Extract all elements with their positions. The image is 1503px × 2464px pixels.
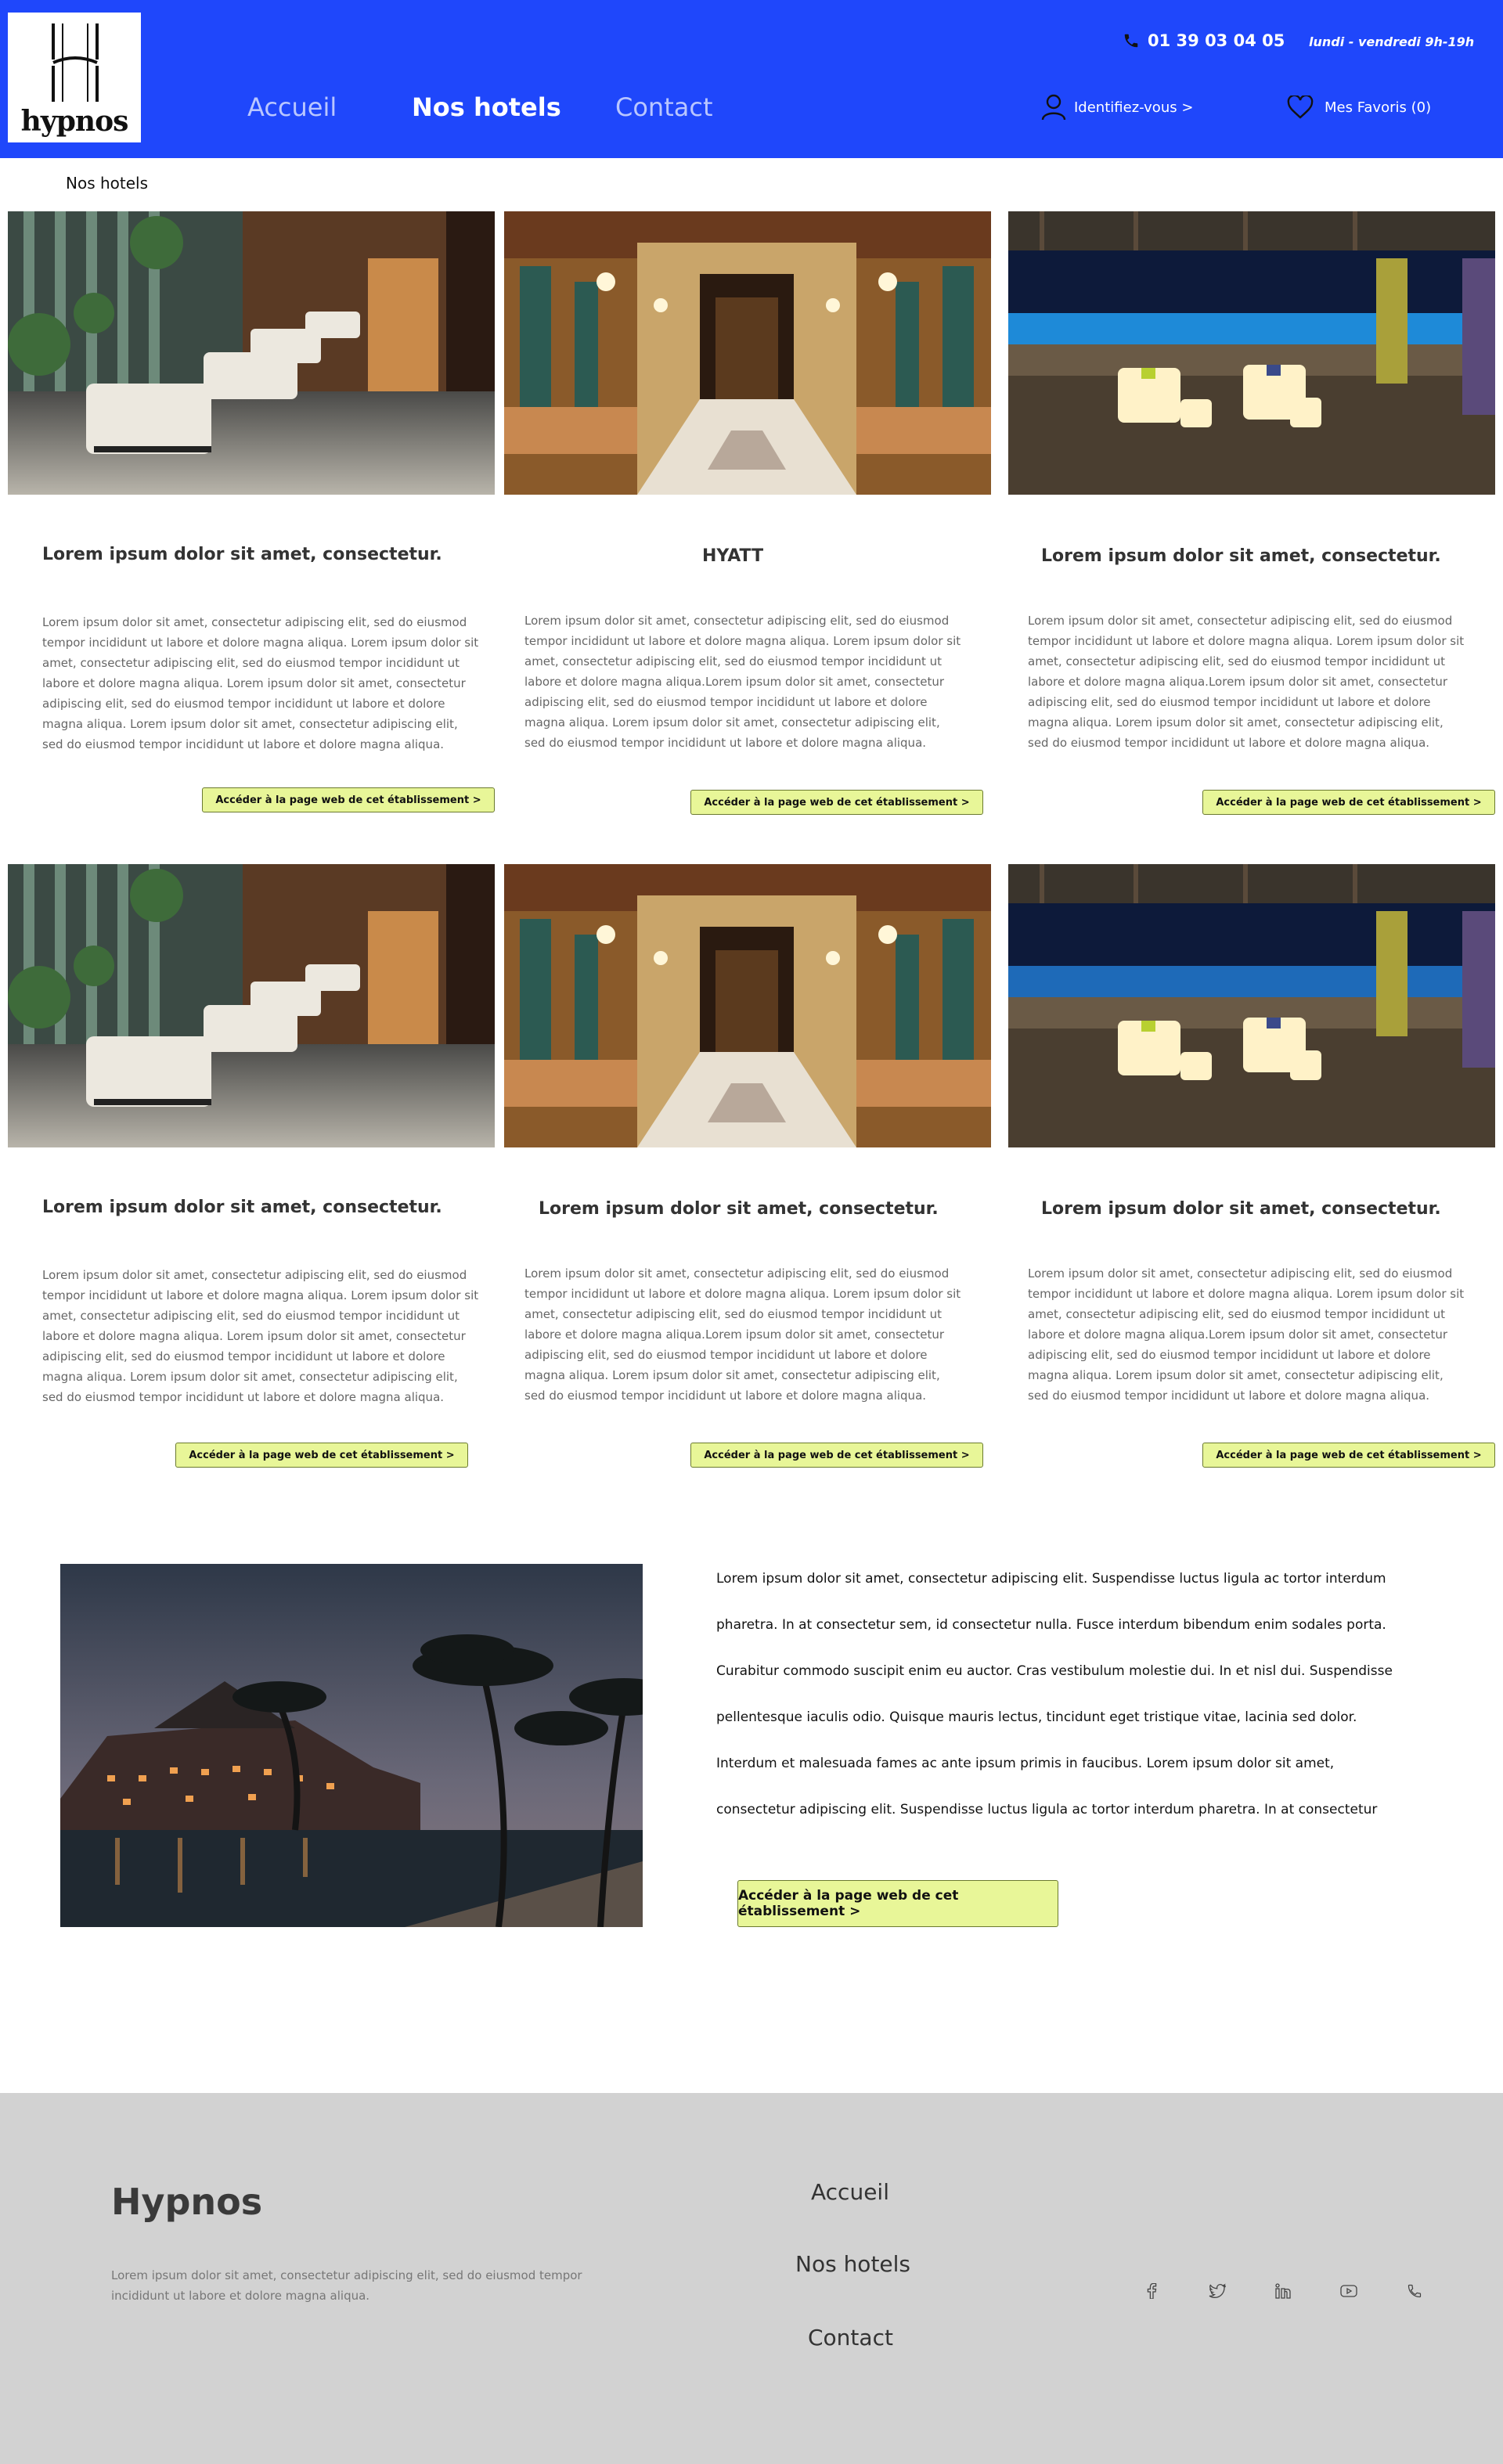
- card-3-visit-button[interactable]: Accéder à la page web de cet établisseme…: [1202, 790, 1495, 815]
- card-6-visit-button[interactable]: Accéder à la page web de cet établisseme…: [1202, 1443, 1495, 1468]
- opening-hours: lundi - vendredi 9h-19h: [1309, 34, 1475, 49]
- logo[interactable]: hypnos: [8, 13, 141, 142]
- logo-text: hypnos: [20, 105, 129, 138]
- phone-number: 01 39 03 04 05: [1148, 31, 1285, 50]
- favorites-link[interactable]: Mes Favoris (0): [1287, 95, 1431, 119]
- card-1-visit-button[interactable]: Accéder à la page web de cet établisseme…: [202, 787, 495, 812]
- hotel-photo-pool-lounge[interactable]: [1008, 864, 1495, 1147]
- breadcrumb: Nos hotels: [66, 174, 149, 193]
- card-6-title: Lorem ipsum dolor sit amet, consectetur.: [1041, 1199, 1441, 1219]
- card-4-description: Lorem ipsum dolor sit amet, consectetur …: [42, 1268, 479, 1404]
- site-footer: Hypnos Lorem ipsum dolor sit amet, conse…: [0, 2093, 1503, 2464]
- hotel-photo-hallway[interactable]: [504, 211, 991, 495]
- card-5-title: Lorem ipsum dolor sit amet, consectetur.: [539, 1199, 939, 1219]
- footer-link-contact[interactable]: Contact: [808, 2325, 893, 2351]
- hotel-photo-lobby[interactable]: [8, 211, 495, 495]
- card-5-description: Lorem ipsum dolor sit amet, consectetur …: [524, 1266, 961, 1403]
- card-1-title: Lorem ipsum dolor sit amet, consectetur.: [42, 545, 442, 564]
- card-2-title: HYATT: [702, 546, 764, 566]
- youtube-icon[interactable]: [1335, 2278, 1362, 2304]
- social-links: [1138, 2278, 1428, 2304]
- card-2-visit-button[interactable]: Accéder à la page web de cet établisseme…: [690, 790, 983, 815]
- phone-icon[interactable]: [1401, 2278, 1428, 2304]
- footer-link-home[interactable]: Accueil: [811, 2179, 889, 2205]
- hotel-photo-hallway[interactable]: [504, 864, 991, 1147]
- featured-description: Lorem ipsum dolor sit amet, consectetur …: [716, 1571, 1393, 1817]
- card-4-title: Lorem ipsum dolor sit amet, consectetur.: [42, 1198, 442, 1217]
- phone-contact[interactable]: 01 39 03 04 05: [1123, 31, 1285, 50]
- user-icon: [1041, 94, 1066, 121]
- linkedin-icon[interactable]: [1270, 2278, 1296, 2304]
- favorites-label: Mes Favoris (0): [1325, 99, 1432, 116]
- footer-description: Lorem ipsum dolor sit amet, consectetur …: [111, 2268, 582, 2303]
- nav-home[interactable]: Accueil: [247, 92, 337, 122]
- hotel-photo-lobby[interactable]: [8, 864, 495, 1147]
- featured-visit-button[interactable]: Accéder à la page web de cet établisseme…: [737, 1880, 1058, 1927]
- site-header: hypnos Accueil Nos hotels Contact 01 39 …: [0, 0, 1503, 158]
- card-1-description: Lorem ipsum dolor sit amet, consectetur …: [42, 615, 479, 751]
- nav-hotels[interactable]: Nos hotels: [412, 92, 561, 122]
- card-6-description: Lorem ipsum dolor sit amet, consectetur …: [1028, 1266, 1465, 1403]
- card-5-visit-button[interactable]: Accéder à la page web de cet établisseme…: [690, 1443, 983, 1468]
- nav-contact[interactable]: Contact: [615, 92, 713, 122]
- heart-icon: [1287, 95, 1314, 119]
- card-4-visit-button[interactable]: Accéder à la page web de cet établisseme…: [175, 1443, 468, 1468]
- card-2-description: Lorem ipsum dolor sit amet, consectetur …: [524, 614, 961, 750]
- hotel-photo-pool-lounge[interactable]: [1008, 211, 1495, 495]
- featured-hotel-photo[interactable]: [60, 1564, 643, 1927]
- card-3-title: Lorem ipsum dolor sit amet, consectetur.: [1041, 546, 1441, 566]
- card-3-description: Lorem ipsum dolor sit amet, consectetur …: [1028, 614, 1465, 750]
- login-link[interactable]: Identifiez-vous >: [1041, 94, 1193, 121]
- phone-icon: [1124, 34, 1138, 48]
- twitter-icon[interactable]: [1204, 2278, 1231, 2304]
- footer-brand: Hypnos: [111, 2181, 263, 2223]
- login-label: Identifiez-vous >: [1074, 99, 1194, 116]
- logo-h-icon: [52, 23, 99, 102]
- facebook-icon[interactable]: [1138, 2278, 1165, 2304]
- footer-link-hotels[interactable]: Nos hotels: [795, 2251, 910, 2277]
